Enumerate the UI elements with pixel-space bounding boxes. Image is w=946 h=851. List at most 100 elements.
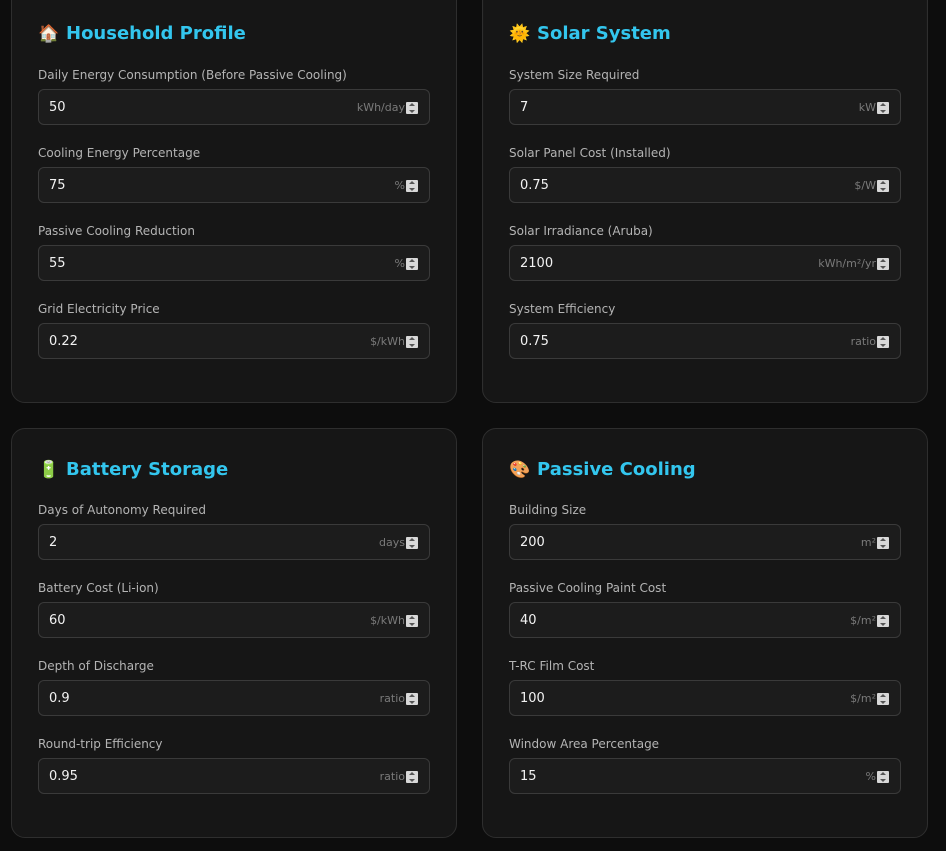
depth-of-discharge-input[interactable]: 0.9 ratio (38, 680, 430, 716)
input-value: 0.75 (520, 177, 549, 193)
unit-label: $/m² (850, 613, 876, 627)
unit-label: $/m² (850, 691, 876, 705)
solar-irradiance-field: Solar Irradiance (Aruba) 2100 kWh/m²/yr (509, 223, 901, 281)
passive-cooling-card: 🎨 Passive Cooling Building Size 200 m² P… (482, 428, 928, 838)
system-efficiency-input[interactable]: 0.75 ratio (509, 323, 901, 359)
days-of-autonomy-input[interactable]: 2 days (38, 524, 430, 560)
input-value: 0.95 (49, 768, 78, 784)
spinner-icon[interactable] (406, 258, 418, 270)
household-profile-title: 🏠 Household Profile (38, 23, 246, 44)
field-label: System Size Required (509, 68, 640, 82)
passive-cooling-reduction-field: Passive Cooling Reduction 55 % (38, 223, 430, 281)
solar-irradiance-input[interactable]: 2100 kWh/m²/yr (509, 245, 901, 281)
window-area-percentage-field: Window Area Percentage 15 % (509, 736, 901, 794)
unit-label: kW (858, 100, 876, 114)
input-value: 60 (49, 612, 66, 628)
spinner-icon[interactable] (406, 180, 418, 192)
grid-electricity-price-field: Grid Electricity Price 0.22 $/kWh (38, 301, 430, 359)
solar-system-title: 🌞 Solar System (509, 23, 671, 44)
spinner-icon[interactable] (406, 336, 418, 348)
spinner-icon[interactable] (406, 537, 418, 549)
input-value: 2100 (520, 255, 554, 271)
input-value: 15 (520, 768, 537, 784)
passive-cooling-heading: Passive Cooling (537, 459, 696, 480)
grid-electricity-price-input[interactable]: 0.22 $/kWh (38, 323, 430, 359)
depth-of-discharge-field: Depth of Discharge 0.9 ratio (38, 658, 430, 716)
input-value: 100 (520, 690, 545, 706)
field-label: Window Area Percentage (509, 737, 660, 751)
field-label: Building Size (509, 503, 587, 517)
spinner-icon[interactable] (406, 102, 418, 114)
field-label: Grid Electricity Price (38, 302, 160, 316)
field-label: Days of Autonomy Required (38, 503, 206, 517)
field-label: Daily Energy Consumption (Before Passive… (38, 68, 347, 82)
sun-icon: 🌞 (509, 23, 531, 44)
input-value: 2 (49, 534, 58, 550)
unit-label: $/kWh (370, 334, 405, 348)
spinner-icon[interactable] (406, 771, 418, 783)
input-value: 50 (49, 99, 66, 115)
input-value: 200 (520, 534, 545, 550)
round-trip-efficiency-field: Round-trip Efficiency 0.95 ratio (38, 736, 430, 794)
unit-label: $/kWh (370, 613, 405, 627)
battery-storage-title: 🔋 Battery Storage (38, 459, 228, 480)
unit-label: kWh/m²/yr (818, 256, 876, 270)
field-label: Solar Irradiance (Aruba) (509, 224, 653, 238)
unit-label: $/W (854, 178, 876, 192)
input-value: 40 (520, 612, 537, 628)
solar-system-heading: Solar System (537, 23, 671, 44)
unit-label: % (394, 178, 405, 192)
field-label: Passive Cooling Reduction (38, 224, 195, 238)
spinner-icon[interactable] (877, 537, 889, 549)
unit-label: ratio (379, 769, 405, 783)
daily-energy-consumption-field: Daily Energy Consumption (Before Passive… (38, 67, 430, 125)
daily-energy-consumption-input[interactable]: 50 kWh/day (38, 89, 430, 125)
household-profile-card: 🏠 Household Profile Daily Energy Consump… (11, 0, 457, 403)
cooling-energy-percentage-input[interactable]: 75 % (38, 167, 430, 203)
spinner-icon[interactable] (877, 771, 889, 783)
spinner-icon[interactable] (877, 336, 889, 348)
spinner-icon[interactable] (877, 180, 889, 192)
input-value: 0.75 (520, 333, 549, 349)
solar-panel-cost-input[interactable]: 0.75 $/W (509, 167, 901, 203)
cooling-energy-percentage-field: Cooling Energy Percentage 75 % (38, 145, 430, 203)
passive-cooling-paint-cost-input[interactable]: 40 $/m² (509, 602, 901, 638)
household-profile-heading: Household Profile (66, 23, 246, 44)
system-size-input[interactable]: 7 kW (509, 89, 901, 125)
input-value: 0.9 (49, 690, 70, 706)
spinner-icon[interactable] (406, 615, 418, 627)
input-value: 0.22 (49, 333, 78, 349)
passive-cooling-paint-cost-field: Passive Cooling Paint Cost 40 $/m² (509, 580, 901, 638)
field-label: Battery Cost (Li-ion) (38, 581, 159, 595)
window-area-percentage-input[interactable]: 15 % (509, 758, 901, 794)
battery-icon: 🔋 (38, 459, 60, 480)
field-label: Cooling Energy Percentage (38, 146, 201, 160)
field-label: System Efficiency (509, 302, 616, 316)
field-label: Passive Cooling Paint Cost (509, 581, 667, 595)
battery-storage-card: 🔋 Battery Storage Days of Autonomy Requi… (11, 428, 457, 838)
field-label: Depth of Discharge (38, 659, 154, 673)
passive-cooling-reduction-input[interactable]: 55 % (38, 245, 430, 281)
trc-film-cost-field: T-RC Film Cost 100 $/m² (509, 658, 901, 716)
field-label: Solar Panel Cost (Installed) (509, 146, 671, 160)
battery-cost-input[interactable]: 60 $/kWh (38, 602, 430, 638)
spinner-icon[interactable] (877, 102, 889, 114)
spinner-icon[interactable] (406, 693, 418, 705)
spinner-icon[interactable] (877, 615, 889, 627)
house-icon: 🏠 (38, 23, 60, 44)
round-trip-efficiency-input[interactable]: 0.95 ratio (38, 758, 430, 794)
unit-label: m² (860, 535, 876, 549)
building-size-field: Building Size 200 m² (509, 502, 901, 560)
solar-panel-cost-field: Solar Panel Cost (Installed) 0.75 $/W (509, 145, 901, 203)
unit-label: % (394, 256, 405, 270)
input-value: 55 (49, 255, 66, 271)
trc-film-cost-input[interactable]: 100 $/m² (509, 680, 901, 716)
unit-label: ratio (850, 334, 876, 348)
building-size-input[interactable]: 200 m² (509, 524, 901, 560)
spinner-icon[interactable] (877, 693, 889, 705)
spinner-icon[interactable] (877, 258, 889, 270)
system-size-field: System Size Required 7 kW (509, 67, 901, 125)
field-label: T-RC Film Cost (509, 659, 595, 673)
passive-cooling-title: 🎨 Passive Cooling (509, 459, 696, 480)
input-value: 75 (49, 177, 66, 193)
